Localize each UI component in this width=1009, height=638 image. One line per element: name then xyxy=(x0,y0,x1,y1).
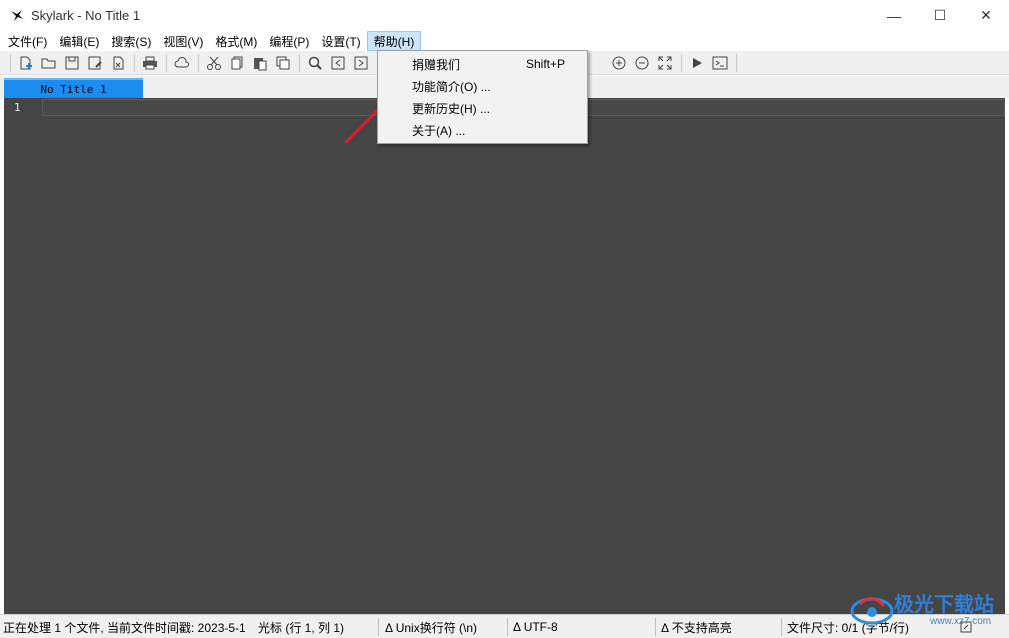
window-controls: — ☐ ✕ xyxy=(871,0,1009,31)
save-icon[interactable] xyxy=(61,52,83,74)
toolbar-separator xyxy=(198,53,199,72)
paste-icon[interactable] xyxy=(249,52,271,74)
print-icon[interactable] xyxy=(139,52,161,74)
window-title: Skylark - No Title 1 xyxy=(31,8,141,23)
open-folder-icon[interactable] xyxy=(38,52,60,74)
menu-file[interactable]: 文件(F) xyxy=(2,31,53,51)
window-edge xyxy=(1005,98,1009,614)
find-icon[interactable] xyxy=(304,52,326,74)
status-divider xyxy=(378,618,379,636)
run-icon[interactable] xyxy=(686,52,708,74)
title-bar: Skylark - No Title 1 — ☐ ✕ xyxy=(0,0,1009,31)
menu-item-shortcut: Shift+P xyxy=(526,57,566,71)
menu-item-donate[interactable]: 捐赠我们 Shift+P xyxy=(378,53,587,75)
menu-settings[interactable]: 设置(T) xyxy=(315,31,366,51)
status-divider xyxy=(781,618,782,636)
menu-view[interactable]: 视图(V) xyxy=(157,31,209,51)
menu-item-label: 更新历史(H) ... xyxy=(412,101,490,116)
status-divider xyxy=(655,618,656,636)
watermark: 极光下载站 www.xz7.com xyxy=(850,584,1002,634)
terminal-icon[interactable] xyxy=(709,52,731,74)
copy-icon[interactable] xyxy=(226,52,248,74)
status-line-ending[interactable]: Δ Unix换行符 (\n) xyxy=(385,615,505,638)
toolbar-separator xyxy=(166,53,167,72)
menu-search[interactable]: 搜索(S) xyxy=(105,31,157,51)
toolbar-separator xyxy=(10,53,11,72)
close-button[interactable]: ✕ xyxy=(963,0,1009,31)
status-highlight[interactable]: Δ 不支持高亮 xyxy=(661,615,779,638)
menu-format[interactable]: 格式(M) xyxy=(209,31,263,51)
skylark-bird-icon xyxy=(9,8,25,24)
export-icon[interactable] xyxy=(107,52,129,74)
menu-help[interactable]: 帮助(H) xyxy=(366,31,422,51)
minimize-button[interactable]: — xyxy=(871,0,917,31)
menu-item-changelog[interactable]: 更新历史(H) ... xyxy=(378,97,587,119)
menu-item-about[interactable]: 关于(A) ... xyxy=(378,119,587,141)
menu-bar: 文件(F) 编辑(E) 搜索(S) 视图(V) 格式(M) 编程(P) 设置(T… xyxy=(0,31,1009,51)
prev-icon[interactable] xyxy=(327,52,349,74)
zoom-in-icon[interactable] xyxy=(608,52,630,74)
zoom-out-icon[interactable] xyxy=(631,52,653,74)
clipboard-icon[interactable] xyxy=(272,52,294,74)
watermark-url: www.xz7.com xyxy=(930,616,992,627)
toolbar-separator xyxy=(736,53,737,72)
menu-item-label: 关于(A) ... xyxy=(412,123,466,138)
toolbar-separator xyxy=(134,53,135,72)
line-number-gutter: 1 xyxy=(4,98,42,614)
line-number: 1 xyxy=(14,101,21,114)
menu-item-features[interactable]: 功能简介(O) ... xyxy=(378,75,587,97)
next-icon[interactable] xyxy=(350,52,372,74)
tab-no-title-1[interactable]: No Title 1 xyxy=(4,78,143,98)
save-as-icon[interactable] xyxy=(84,52,106,74)
menu-item-label: 功能简介(O) ... xyxy=(412,79,491,94)
maximize-button[interactable]: ☐ xyxy=(917,0,963,31)
status-cursor: 光标 (行 1, 列 1) xyxy=(258,620,345,635)
toolbar-separator xyxy=(299,53,300,72)
menu-item-label: 捐赠我们 xyxy=(412,57,461,72)
menu-edit[interactable]: 编辑(E) xyxy=(53,31,105,51)
toolbar-separator xyxy=(681,53,682,72)
status-processing: 正在处理 1 个文件, 当前文件时间戳: 2023-5-1 xyxy=(3,620,246,635)
fullscreen-icon[interactable] xyxy=(654,52,676,74)
editor-area[interactable]: 1 xyxy=(4,98,1005,614)
new-file-icon[interactable] xyxy=(15,52,37,74)
menu-programming[interactable]: 编程(P) xyxy=(263,31,315,51)
help-dropdown-menu: 捐赠我们 Shift+P 功能简介(O) ... 更新历史(H) ... 关于(… xyxy=(377,50,588,144)
watermark-text: 极光下载站 xyxy=(894,592,994,616)
status-divider xyxy=(507,618,508,636)
cloud-icon[interactable] xyxy=(171,52,193,74)
cut-icon[interactable] xyxy=(203,52,225,74)
status-encoding[interactable]: Δ UTF-8 xyxy=(513,615,653,638)
